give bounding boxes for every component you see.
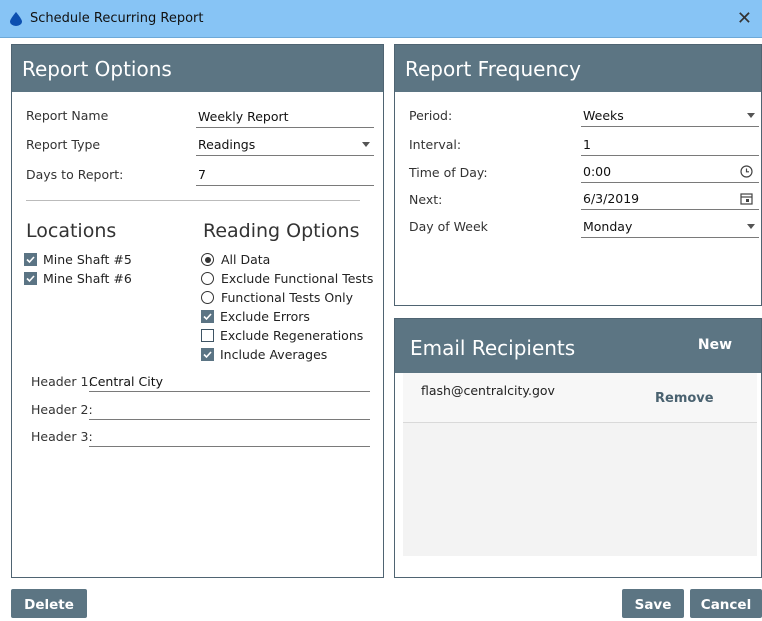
- next-label: Next:: [409, 192, 443, 207]
- check-label: Include Averages: [220, 347, 328, 362]
- radio-label: All Data: [221, 252, 271, 267]
- check-include-averages[interactable]: Include Averages: [201, 347, 327, 362]
- radio-label: Functional Tests Only: [221, 290, 354, 305]
- email-recipients-panel: Email Recipients New flash@centralcity.g…: [394, 318, 762, 578]
- chevron-down-icon: [747, 113, 755, 118]
- new-recipient-button[interactable]: New: [674, 329, 756, 362]
- report-type-label: Report Type: [26, 137, 101, 152]
- radio-unselected-icon[interactable]: [201, 291, 214, 304]
- check-label: Exclude Regenerations: [220, 328, 364, 343]
- checkbox-unchecked-icon[interactable]: [201, 329, 214, 342]
- report-type-value: Readings: [198, 137, 256, 152]
- report-name-label: Report Name: [26, 108, 109, 123]
- radio-unselected-icon[interactable]: [201, 272, 214, 285]
- checkbox-checked-icon[interactable]: [201, 310, 214, 323]
- location-label: Mine Shaft #6: [43, 271, 132, 286]
- chevron-down-icon: [747, 224, 755, 229]
- day-of-week-value: Monday: [583, 219, 633, 234]
- radio-exclude-functional-tests[interactable]: Exclude Functional Tests: [201, 271, 373, 286]
- checkbox-checked-icon[interactable]: [24, 253, 37, 266]
- time-of-day-input[interactable]: 0:00: [581, 161, 759, 183]
- location-item[interactable]: Mine Shaft #5: [24, 252, 132, 267]
- next-date-input[interactable]: 6/3/2019: [581, 188, 759, 210]
- close-icon[interactable]: ✕: [737, 8, 752, 29]
- checkbox-checked-icon[interactable]: [201, 348, 214, 361]
- window-title: Schedule Recurring Report: [30, 11, 204, 26]
- period-value: Weeks: [583, 108, 624, 123]
- remove-button[interactable]: Remove: [655, 391, 714, 406]
- chevron-down-icon: [362, 142, 370, 147]
- time-of-day-value: 0:00: [583, 164, 612, 179]
- report-options-header: Report Options: [12, 45, 383, 92]
- clock-icon[interactable]: [740, 165, 753, 178]
- interval-label: Interval:: [409, 137, 462, 152]
- next-date-value: 6/3/2019: [583, 191, 640, 206]
- water-drop-icon: [10, 12, 22, 26]
- recipient-email: flash@centralcity.gov: [421, 383, 555, 398]
- header1-input[interactable]: Central City: [89, 372, 370, 392]
- calendar-icon[interactable]: [740, 192, 753, 205]
- divider: [26, 200, 360, 201]
- location-label: Mine Shaft #5: [43, 252, 132, 267]
- checkbox-checked-icon[interactable]: [24, 272, 37, 285]
- period-label: Period:: [409, 108, 453, 123]
- locations-title: Locations: [26, 220, 117, 242]
- day-of-week-select[interactable]: Monday: [581, 216, 759, 238]
- time-of-day-label: Time of Day:: [409, 165, 488, 180]
- check-label: Exclude Errors: [220, 309, 310, 324]
- day-of-week-label: Day of Week: [409, 219, 488, 234]
- header1-label: Header 1:: [31, 374, 93, 389]
- check-exclude-regenerations[interactable]: Exclude Regenerations: [201, 328, 363, 343]
- report-frequency-header: Report Frequency: [395, 45, 761, 92]
- days-to-report-label: Days to Report:: [26, 167, 124, 182]
- save-button[interactable]: Save: [622, 589, 684, 618]
- header3-input[interactable]: [89, 427, 370, 447]
- location-item[interactable]: Mine Shaft #6: [24, 271, 132, 286]
- header3-label: Header 3:: [31, 429, 93, 444]
- reading-options-title: Reading Options: [203, 220, 360, 242]
- report-frequency-panel: Report Frequency Period: Weeks Interval:…: [394, 44, 762, 306]
- radio-functional-tests-only[interactable]: Functional Tests Only: [201, 290, 353, 305]
- header2-input[interactable]: [89, 400, 370, 420]
- header2-label: Header 2:: [31, 402, 93, 417]
- radio-label: Exclude Functional Tests: [221, 271, 374, 286]
- period-select[interactable]: Weeks: [581, 105, 759, 127]
- recipient-list: flash@centralcity.gov Remove: [403, 373, 757, 556]
- delete-button[interactable]: Delete: [11, 589, 87, 618]
- list-item: flash@centralcity.gov Remove: [403, 373, 757, 423]
- days-to-report-input[interactable]: 7: [196, 164, 374, 186]
- check-exclude-errors[interactable]: Exclude Errors: [201, 309, 310, 324]
- interval-input[interactable]: 1: [581, 134, 759, 156]
- report-name-input[interactable]: Weekly Report: [196, 106, 374, 128]
- report-type-select[interactable]: Readings: [196, 134, 374, 156]
- radio-selected-icon[interactable]: [201, 253, 214, 266]
- radio-all-data[interactable]: All Data: [201, 252, 270, 267]
- title-bar: Schedule Recurring Report ✕: [0, 0, 762, 38]
- report-options-panel: Report Options Report Name Weekly Report…: [11, 44, 384, 578]
- cancel-button[interactable]: Cancel: [690, 589, 762, 618]
